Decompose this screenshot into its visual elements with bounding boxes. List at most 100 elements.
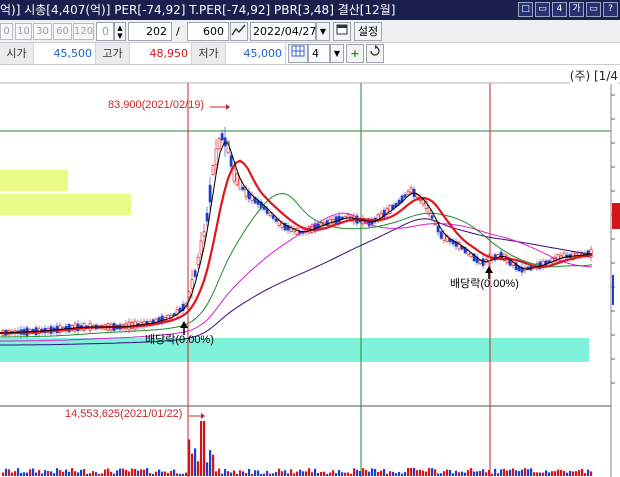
candle-body: [295, 227, 299, 235]
period-button-0[interactable]: 0: [0, 23, 13, 40]
count-input[interactable]: 202: [128, 22, 172, 41]
volume-bar: [305, 471, 308, 476]
volume-bar: [419, 469, 422, 476]
settings-button[interactable]: 설정: [354, 22, 382, 41]
volume-bar: [302, 471, 305, 476]
candle-body: [232, 168, 236, 182]
price-chart[interactable]: 83,900(2021/02/19) 14,553,625(2021/01/22…: [0, 65, 620, 477]
volume-bar: [14, 471, 17, 476]
candle-body: [280, 223, 284, 228]
volume-bar: [551, 471, 554, 476]
period-button-10[interactable]: 10: [15, 23, 32, 40]
candle-body: [562, 252, 566, 261]
volume-bar: [560, 469, 563, 476]
grid-icon[interactable]: [288, 44, 308, 63]
volume-bar: [356, 469, 359, 476]
volume-bar: [5, 468, 8, 476]
calendar-icon[interactable]: [333, 22, 351, 41]
volume-bar: [569, 470, 572, 476]
add-icon[interactable]: +: [346, 44, 364, 63]
volume-bar: [482, 469, 485, 476]
volume-bar: [389, 471, 392, 476]
chevron-down-icon[interactable]: ▼: [316, 22, 330, 41]
candle-body: [202, 231, 206, 237]
volume-bar: [212, 454, 215, 476]
open-value: 45,500: [34, 43, 96, 64]
volume-bar: [167, 473, 170, 476]
volume-bar: [191, 453, 194, 476]
candle-body: [403, 194, 407, 198]
period-button-120[interactable]: 120: [73, 23, 94, 40]
volume-bar: [563, 470, 566, 476]
candle-body: [220, 133, 224, 141]
volume-bar: [440, 473, 443, 476]
volume-bar: [239, 470, 242, 476]
volume-bar: [311, 472, 314, 476]
open-label: 시가: [0, 43, 34, 64]
volume-bar: [383, 468, 386, 476]
volume-bar: [587, 469, 590, 476]
volume-bar: [83, 469, 86, 476]
volume-bar: [263, 473, 266, 476]
date-input[interactable]: 2022/04/27: [250, 22, 316, 41]
help-icon[interactable]: ?: [603, 2, 618, 17]
volume-bar: [260, 473, 263, 476]
volume-bar: [65, 469, 68, 476]
volume-bar: [278, 468, 281, 476]
volume-bar: [113, 473, 116, 476]
volume-bar: [422, 470, 425, 476]
volume-bar: [536, 472, 539, 476]
minimize-icon[interactable]: ▭: [586, 2, 601, 17]
volume-bar: [140, 469, 143, 476]
volume-bar: [89, 473, 92, 476]
volume-bar: [131, 468, 134, 476]
volume-bar: [44, 470, 47, 476]
highlight-box-yellow: [0, 194, 131, 215]
grid-count-input[interactable]: 4: [308, 44, 330, 63]
volume-bar: [344, 472, 347, 476]
volume-bar: [377, 471, 380, 476]
font-size-icon[interactable]: 가: [569, 2, 584, 17]
volume-bar: [332, 470, 335, 476]
volume-bar: [161, 471, 164, 476]
period-input[interactable]: 0: [96, 22, 114, 41]
volume-bar: [308, 468, 311, 476]
spin-icon[interactable]: ▲ ▼: [114, 22, 126, 41]
volume-bar: [401, 473, 404, 476]
volume-bar: [98, 473, 101, 476]
volume-bar: [59, 470, 62, 476]
volume-bar: [41, 473, 44, 476]
restore-icon[interactable]: □: [518, 2, 533, 17]
candle-body: [409, 187, 413, 193]
period-button-60[interactable]: 60: [53, 23, 72, 40]
volume-bar: [365, 469, 368, 476]
split-icon[interactable]: ▭: [535, 2, 550, 17]
volume-bar: [461, 471, 464, 476]
volume-bar: [386, 473, 389, 476]
period-button-30[interactable]: 30: [33, 23, 52, 40]
volume-bar: [206, 462, 209, 476]
volume-bar: [8, 469, 11, 476]
arrow-head-icon: [226, 104, 230, 110]
volume-bar: [428, 468, 431, 476]
total-input[interactable]: 600: [187, 22, 229, 41]
candle-body: [241, 186, 245, 191]
chart-type-icon[interactable]: [230, 22, 248, 41]
refresh-icon[interactable]: [366, 44, 384, 63]
volume-bar: [182, 473, 185, 476]
title-text: 억)] 시총[4,407(억)] PER[-74,92] T.PER[-74,9…: [0, 3, 396, 17]
volume-bar: [500, 469, 503, 476]
chevron-down-icon[interactable]: ▼: [330, 44, 344, 63]
volume-bar: [158, 469, 161, 476]
volume-bar: [32, 468, 35, 476]
candles: [1, 126, 593, 339]
volume-bar: [80, 469, 83, 476]
volume-bar: [125, 469, 128, 476]
highlight-box-cyan: [0, 338, 589, 362]
volume-bar: [20, 472, 23, 476]
volume-bar: [2, 472, 5, 476]
number-4-icon[interactable]: 4: [552, 2, 567, 17]
volume-bar: [251, 473, 254, 476]
volume-bar: [293, 473, 296, 476]
volume-bar: [449, 469, 452, 476]
